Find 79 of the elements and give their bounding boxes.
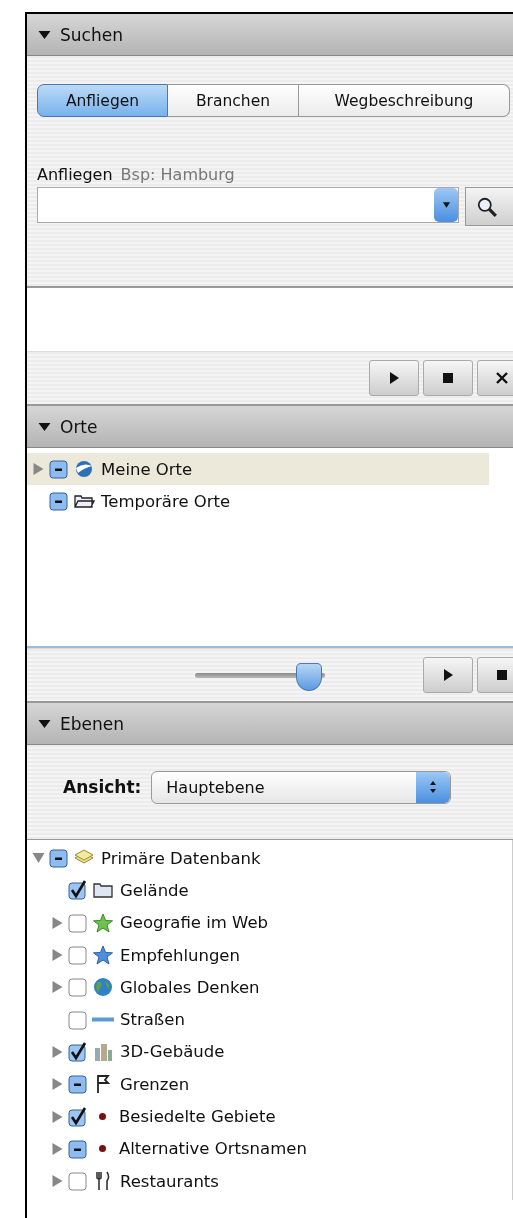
tree-label: 3D-Gebäude [119, 1042, 225, 1062]
stop-icon [442, 371, 454, 385]
checkbox[interactable] [68, 1106, 88, 1127]
folder-icon [92, 880, 114, 901]
dropdown-button[interactable] [434, 188, 458, 222]
tree-label: Besiedelte Gebiete [118, 1107, 276, 1126]
buildings-icon [92, 1041, 114, 1062]
play-button[interactable] [423, 657, 473, 693]
play-button[interactable] [369, 360, 419, 396]
tree-label: Gelände [119, 880, 189, 900]
panel-title: Suchen [60, 24, 123, 45]
dot-icon [99, 1113, 106, 1120]
expand-arrow-icon[interactable] [51, 1077, 64, 1092]
stop-button[interactable] [477, 657, 513, 693]
road-icon [92, 1017, 114, 1023]
panel-title: Ebenen [60, 713, 124, 734]
panel-header[interactable]: Ebenen [27, 703, 513, 745]
tab[interactable]: Anfliegen [37, 84, 168, 117]
checkbox[interactable] [68, 1074, 88, 1095]
star-icon [92, 945, 114, 966]
expand-arrow-icon[interactable] [51, 1174, 64, 1189]
caret-icon [441, 201, 451, 209]
expand-arrow-icon[interactable] [51, 948, 64, 963]
expand-arrow-icon[interactable] [51, 915, 64, 930]
checkbox[interactable] [68, 912, 88, 933]
expand-arrow-icon[interactable] [51, 1044, 64, 1059]
slider-thumb[interactable] [296, 662, 323, 691]
expand-arrow-icon[interactable] [51, 1109, 64, 1124]
checkbox[interactable] [68, 1138, 88, 1159]
swirl-globe-icon [73, 459, 95, 479]
tree-label: Geografie im Web [119, 913, 269, 933]
checkbox[interactable] [49, 491, 69, 511]
checkbox[interactable] [68, 1041, 88, 1062]
expand-arrow-icon[interactable] [51, 980, 64, 995]
panel-title: Orte [60, 416, 98, 437]
stepper-arrows-icon [428, 779, 439, 795]
tab[interactable]: Wegbeschreibung [299, 84, 510, 117]
globe-icon [92, 977, 114, 998]
search-icon [476, 195, 498, 218]
tree-label: Empfehlungen [119, 945, 240, 965]
stop-icon [496, 668, 508, 682]
search-button[interactable] [465, 187, 513, 226]
checkbox[interactable] [68, 945, 88, 966]
tree-label: Primäre Datenbank [100, 848, 261, 868]
checkbox[interactable] [49, 848, 69, 869]
collapse-arrow-icon[interactable] [38, 29, 51, 40]
tree-row[interactable]: Meine Orte [27, 453, 489, 485]
search-field[interactable] [37, 187, 459, 223]
field-hint: Bsp: Hamburg [120, 165, 235, 184]
close-button[interactable] [477, 360, 513, 396]
tree-label: Temporäre Orte [100, 491, 231, 511]
play-icon [388, 371, 400, 385]
dot-icon [99, 1145, 106, 1153]
view-label: Ansicht: [63, 777, 142, 797]
tree-label: Straßen [119, 1010, 185, 1030]
expand-arrow-icon[interactable] [32, 462, 45, 476]
expand-arrow-icon[interactable] [51, 1141, 64, 1156]
collapse-arrow-icon[interactable] [38, 421, 51, 432]
close-icon [496, 371, 508, 385]
tree-label: Grenzen [119, 1074, 190, 1094]
tree-label: Restaurants [119, 1171, 219, 1191]
checkbox[interactable] [68, 1009, 88, 1030]
view-select[interactable]: Hauptebene [151, 770, 452, 804]
tab[interactable]: Branchen [168, 84, 299, 117]
star-icon [92, 912, 114, 933]
collapse-arrow-icon[interactable] [38, 718, 51, 729]
panel-header[interactable]: Orte [27, 406, 513, 448]
tree-row[interactable]: Temporäre Orte [27, 485, 489, 517]
tree-label: Meine Orte [100, 459, 193, 479]
checkbox[interactable] [68, 1171, 88, 1192]
play-icon [442, 668, 454, 682]
checkbox[interactable] [49, 459, 69, 479]
field-label: Anfliegen [37, 165, 113, 184]
stop-button[interactable] [423, 360, 473, 396]
panel-header[interactable]: Suchen [27, 14, 513, 56]
checkbox[interactable] [68, 977, 88, 998]
tree-label: Alternative Ortsnamen [118, 1139, 307, 1159]
checkbox[interactable] [68, 880, 88, 901]
tree-label: Globales Denken [119, 977, 260, 997]
